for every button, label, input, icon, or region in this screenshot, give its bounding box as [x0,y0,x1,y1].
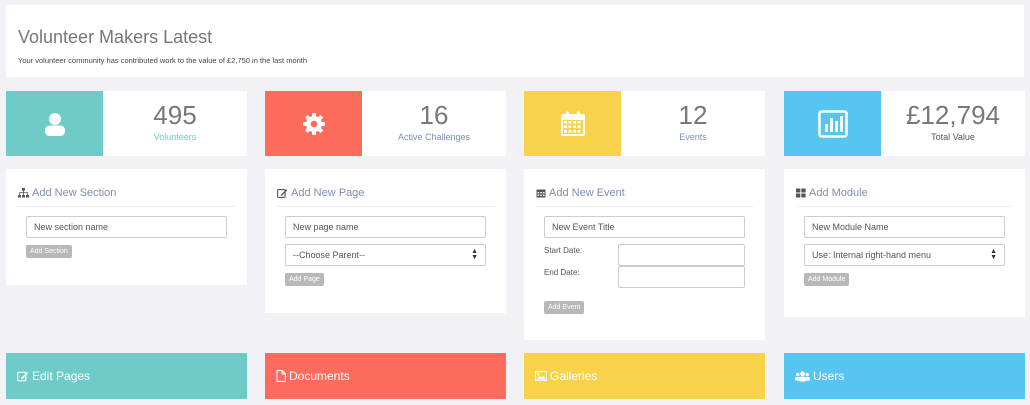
panel-heading: Add New Page [277,187,364,199]
stat-icon-box [265,91,362,156]
event-title-input[interactable]: New Event Title [544,216,745,238]
tile-label: Users [813,369,845,383]
edit-icon [277,189,288,198]
tile-label: Galleries [550,369,598,383]
add-page-panel: Add New Page New page name --Choose Pare… [265,169,506,313]
add-module-panel: Add Module New Module Name Use: Internal… [784,169,1025,317]
divider [536,206,753,207]
end-date-input[interactable] [618,266,745,288]
start-date-input[interactable] [618,244,745,266]
page-subtitle: Your volunteer community has contributed… [18,56,308,65]
add-section-panel: Add New Section New section name Add Sec… [6,169,247,285]
panel-title: Add New Section [32,187,117,199]
panel-heading: Add New Section [18,187,116,199]
gear-icon [302,112,325,135]
panel-heading: Add Module [796,187,868,199]
add-module-button[interactable]: Add Module [804,273,850,286]
stat-icon-box [524,91,621,156]
stat-card-challenges: 16 Active Challenges [265,91,506,156]
user-icon [44,112,65,136]
panel-title: Add Module [809,187,868,199]
stat-label: Events [679,132,707,142]
start-date-label: Start Date: [544,246,583,255]
select-value: --Choose Parent-- [293,250,366,260]
select-arrows-icon: ▲ ▼ [990,248,997,261]
select-value: Use: Internal right-hand menu [812,250,932,260]
panel-heading: Add New Event [536,187,625,199]
stat-icon-box [784,91,881,156]
calendar-icon [560,111,585,136]
header-banner: Volunteer Makers Latest Your volunteer c… [6,5,1024,77]
documents-tile[interactable]: Documents [265,353,506,399]
document-icon [276,370,286,382]
users-icon [795,370,810,382]
end-date-label: End Date: [544,268,580,277]
section-name-input[interactable]: New section name [26,216,227,238]
divider [796,206,1013,207]
add-event-button[interactable]: Add Event [544,301,585,314]
select-arrows-icon: ▲ ▼ [471,248,478,261]
stat-label: Total Value [931,132,975,142]
stat-value: 12 [678,100,708,130]
add-page-button[interactable]: Add Page [285,273,324,286]
stat-card-volunteers: 495 Volunteers [6,91,247,156]
panel-title: Add New Page [291,187,365,199]
stat-label: Volunteers [153,132,197,142]
users-tile[interactable]: Users [784,353,1025,399]
stat-value: 16 [419,100,449,130]
stat-card-total-value: £12,794 Total Value [784,91,1025,156]
stat-label: Active Challenges [397,132,471,142]
sitemap-icon [18,188,29,198]
divider [277,206,494,207]
edit-icon [17,371,29,382]
choose-parent-select[interactable]: --Choose Parent-- ▲ ▼ [285,244,486,266]
tile-label: Edit Pages [32,369,91,383]
tile-label: Documents [289,369,350,383]
add-section-button[interactable]: Add Section [26,245,72,258]
module-name-input[interactable]: New Module Name [804,216,1005,238]
stat-value: 495 [153,100,197,130]
panel-title: Add New Event [549,187,625,199]
stat-card-events: 12 Events [524,91,765,156]
page-title: Volunteer Makers Latest [18,27,213,47]
page-name-input[interactable]: New page name [285,216,486,238]
calendar-icon [536,189,546,198]
add-event-panel: Add New Event New Event Title Start Date… [524,169,765,340]
th-large-icon [796,188,806,198]
edit-pages-tile[interactable]: Edit Pages [6,353,247,399]
divider [18,206,235,207]
stat-value: £12,794 [906,100,1000,130]
stat-icon-box [6,91,103,156]
module-type-select[interactable]: Use: Internal right-hand menu ▲ ▼ [804,244,1005,266]
galleries-tile[interactable]: Galleries [524,353,765,399]
image-icon [535,371,547,381]
bar-chart-icon [817,109,848,138]
